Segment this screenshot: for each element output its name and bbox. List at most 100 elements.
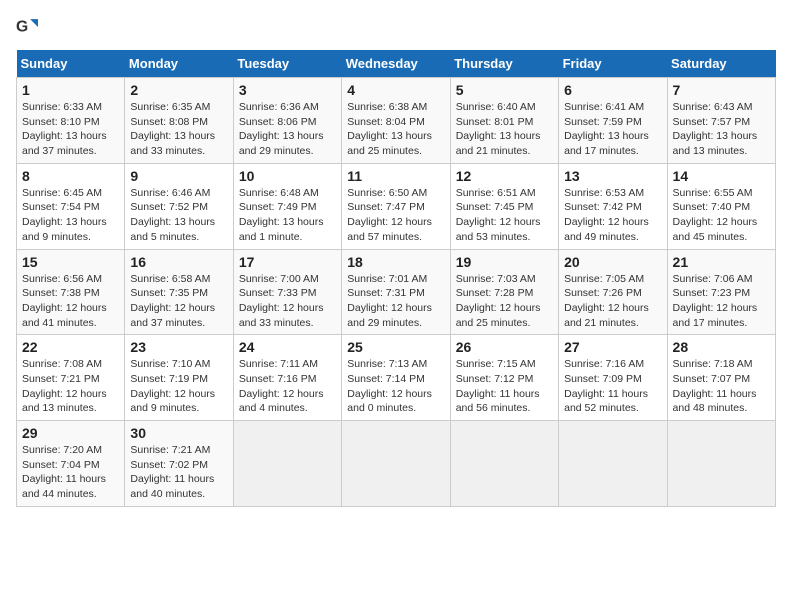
day-number: 8 [22, 168, 119, 184]
day-detail: Sunrise: 7:13 AM Sunset: 7:14 PM Dayligh… [347, 357, 444, 416]
day-number: 10 [239, 168, 336, 184]
calendar-cell: 20 Sunrise: 7:05 AM Sunset: 7:26 PM Dayli… [559, 249, 667, 335]
calendar-cell [342, 421, 450, 507]
column-header-monday: Monday [125, 50, 233, 78]
calendar-cell: 12 Sunrise: 6:51 AM Sunset: 7:45 PM Dayli… [450, 163, 558, 249]
logo-icon: G [16, 16, 38, 38]
day-number: 16 [130, 254, 227, 270]
calendar-cell: 27 Sunrise: 7:16 AM Sunset: 7:09 PM Dayli… [559, 335, 667, 421]
day-detail: Sunrise: 7:00 AM Sunset: 7:33 PM Dayligh… [239, 272, 336, 331]
calendar-cell: 28 Sunrise: 7:18 AM Sunset: 7:07 PM Dayli… [667, 335, 775, 421]
calendar-week-2: 8 Sunrise: 6:45 AM Sunset: 7:54 PM Daylig… [17, 163, 776, 249]
day-number: 19 [456, 254, 553, 270]
day-detail: Sunrise: 7:20 AM Sunset: 7:04 PM Dayligh… [22, 443, 119, 502]
calendar-cell: 2 Sunrise: 6:35 AM Sunset: 8:08 PM Daylig… [125, 78, 233, 164]
day-detail: Sunrise: 6:48 AM Sunset: 7:49 PM Dayligh… [239, 186, 336, 245]
calendar-cell: 5 Sunrise: 6:40 AM Sunset: 8:01 PM Daylig… [450, 78, 558, 164]
day-detail: Sunrise: 6:58 AM Sunset: 7:35 PM Dayligh… [130, 272, 227, 331]
day-number: 7 [673, 82, 770, 98]
calendar-cell: 30Sunrise: 7:21 AM Sunset: 7:02 PM Dayli… [125, 421, 233, 507]
day-detail: Sunrise: 6:43 AM Sunset: 7:57 PM Dayligh… [673, 100, 770, 159]
day-number: 15 [22, 254, 119, 270]
day-number: 28 [673, 339, 770, 355]
column-header-sunday: Sunday [17, 50, 125, 78]
calendar-cell: 18 Sunrise: 7:01 AM Sunset: 7:31 PM Dayli… [342, 249, 450, 335]
calendar-cell: 6Sunrise: 6:41 AM Sunset: 7:59 PM Daylig… [559, 78, 667, 164]
day-detail: Sunrise: 7:15 AM Sunset: 7:12 PM Dayligh… [456, 357, 553, 416]
calendar-cell: 10 Sunrise: 6:48 AM Sunset: 7:49 PM Dayli… [233, 163, 341, 249]
calendar-cell: 21 Sunrise: 7:06 AM Sunset: 7:23 PM Dayli… [667, 249, 775, 335]
column-header-thursday: Thursday [450, 50, 558, 78]
day-number: 12 [456, 168, 553, 184]
day-detail: Sunrise: 6:50 AM Sunset: 7:47 PM Dayligh… [347, 186, 444, 245]
day-detail: Sunrise: 6:46 AM Sunset: 7:52 PM Dayligh… [130, 186, 227, 245]
calendar-cell: 19 Sunrise: 7:03 AM Sunset: 7:28 PM Dayli… [450, 249, 558, 335]
calendar-cell: 14 Sunrise: 6:55 AM Sunset: 7:40 PM Dayli… [667, 163, 775, 249]
calendar-cell [559, 421, 667, 507]
day-detail: Sunrise: 6:40 AM Sunset: 8:01 PM Dayligh… [456, 100, 553, 159]
calendar-cell: 25 Sunrise: 7:13 AM Sunset: 7:14 PM Dayli… [342, 335, 450, 421]
day-number: 9 [130, 168, 227, 184]
calendar-cell: 13 Sunrise: 6:53 AM Sunset: 7:42 PM Dayli… [559, 163, 667, 249]
calendar-week-4: 22Sunrise: 7:08 AM Sunset: 7:21 PM Dayli… [17, 335, 776, 421]
calendar-cell: 8 Sunrise: 6:45 AM Sunset: 7:54 PM Daylig… [17, 163, 125, 249]
day-detail: Sunrise: 7:11 AM Sunset: 7:16 PM Dayligh… [239, 357, 336, 416]
day-detail: Sunrise: 6:55 AM Sunset: 7:40 PM Dayligh… [673, 186, 770, 245]
day-number: 25 [347, 339, 444, 355]
calendar-cell: 16 Sunrise: 6:58 AM Sunset: 7:35 PM Dayli… [125, 249, 233, 335]
day-number: 27 [564, 339, 661, 355]
day-detail: Sunrise: 7:16 AM Sunset: 7:09 PM Dayligh… [564, 357, 661, 416]
calendar-cell [233, 421, 341, 507]
calendar-week-5: 29 Sunrise: 7:20 AM Sunset: 7:04 PM Dayli… [17, 421, 776, 507]
day-number: 11 [347, 168, 444, 184]
svg-text:G: G [16, 19, 28, 36]
calendar-cell: 11 Sunrise: 6:50 AM Sunset: 7:47 PM Dayli… [342, 163, 450, 249]
day-detail: Sunrise: 6:53 AM Sunset: 7:42 PM Dayligh… [564, 186, 661, 245]
day-number: 20 [564, 254, 661, 270]
day-detail: Sunrise: 7:18 AM Sunset: 7:07 PM Dayligh… [673, 357, 770, 416]
calendar-cell: 15 Sunrise: 6:56 AM Sunset: 7:38 PM Dayli… [17, 249, 125, 335]
calendar-cell: 17 Sunrise: 7:00 AM Sunset: 7:33 PM Dayli… [233, 249, 341, 335]
day-detail: Sunrise: 7:06 AM Sunset: 7:23 PM Dayligh… [673, 272, 770, 331]
day-detail: Sunrise: 7:05 AM Sunset: 7:26 PM Dayligh… [564, 272, 661, 331]
calendar-cell: 7 Sunrise: 6:43 AM Sunset: 7:57 PM Daylig… [667, 78, 775, 164]
day-number: 17 [239, 254, 336, 270]
day-number: 2 [130, 82, 227, 98]
calendar-cell: 9 Sunrise: 6:46 AM Sunset: 7:52 PM Daylig… [125, 163, 233, 249]
column-header-friday: Friday [559, 50, 667, 78]
day-number: 4 [347, 82, 444, 98]
calendar-cell [667, 421, 775, 507]
calendar-cell: 22Sunrise: 7:08 AM Sunset: 7:21 PM Dayli… [17, 335, 125, 421]
calendar-cell: 26Sunrise: 7:15 AM Sunset: 7:12 PM Dayli… [450, 335, 558, 421]
calendar-cell: 23Sunrise: 7:10 AM Sunset: 7:19 PM Dayli… [125, 335, 233, 421]
day-detail: Sunrise: 7:03 AM Sunset: 7:28 PM Dayligh… [456, 272, 553, 331]
day-number: 21 [673, 254, 770, 270]
logo: G [16, 16, 42, 38]
header: G [16, 16, 776, 38]
day-number: 18 [347, 254, 444, 270]
day-detail: Sunrise: 6:35 AM Sunset: 8:08 PM Dayligh… [130, 100, 227, 159]
day-number: 29 [22, 425, 119, 441]
day-number: 13 [564, 168, 661, 184]
day-number: 14 [673, 168, 770, 184]
calendar-cell: 1Sunrise: 6:33 AM Sunset: 8:10 PM Daylig… [17, 78, 125, 164]
calendar-cell: 24Sunrise: 7:11 AM Sunset: 7:16 PM Dayli… [233, 335, 341, 421]
calendar-week-1: 1Sunrise: 6:33 AM Sunset: 8:10 PM Daylig… [17, 78, 776, 164]
day-number: 5 [456, 82, 553, 98]
day-detail: Sunrise: 6:56 AM Sunset: 7:38 PM Dayligh… [22, 272, 119, 331]
calendar-cell: 3Sunrise: 6:36 AM Sunset: 8:06 PM Daylig… [233, 78, 341, 164]
day-detail: Sunrise: 6:41 AM Sunset: 7:59 PM Dayligh… [564, 100, 661, 159]
calendar-week-3: 15 Sunrise: 6:56 AM Sunset: 7:38 PM Dayli… [17, 249, 776, 335]
day-detail: Sunrise: 6:51 AM Sunset: 7:45 PM Dayligh… [456, 186, 553, 245]
column-header-saturday: Saturday [667, 50, 775, 78]
calendar-header-row: SundayMondayTuesdayWednesdayThursdayFrid… [17, 50, 776, 78]
day-detail: Sunrise: 6:45 AM Sunset: 7:54 PM Dayligh… [22, 186, 119, 245]
day-number: 22 [22, 339, 119, 355]
calendar-cell: 29 Sunrise: 7:20 AM Sunset: 7:04 PM Dayli… [17, 421, 125, 507]
day-detail: Sunrise: 6:33 AM Sunset: 8:10 PM Dayligh… [22, 100, 119, 159]
day-detail: Sunrise: 7:01 AM Sunset: 7:31 PM Dayligh… [347, 272, 444, 331]
calendar-cell: 4Sunrise: 6:38 AM Sunset: 8:04 PM Daylig… [342, 78, 450, 164]
day-number: 30 [130, 425, 227, 441]
day-number: 3 [239, 82, 336, 98]
day-detail: Sunrise: 7:10 AM Sunset: 7:19 PM Dayligh… [130, 357, 227, 416]
